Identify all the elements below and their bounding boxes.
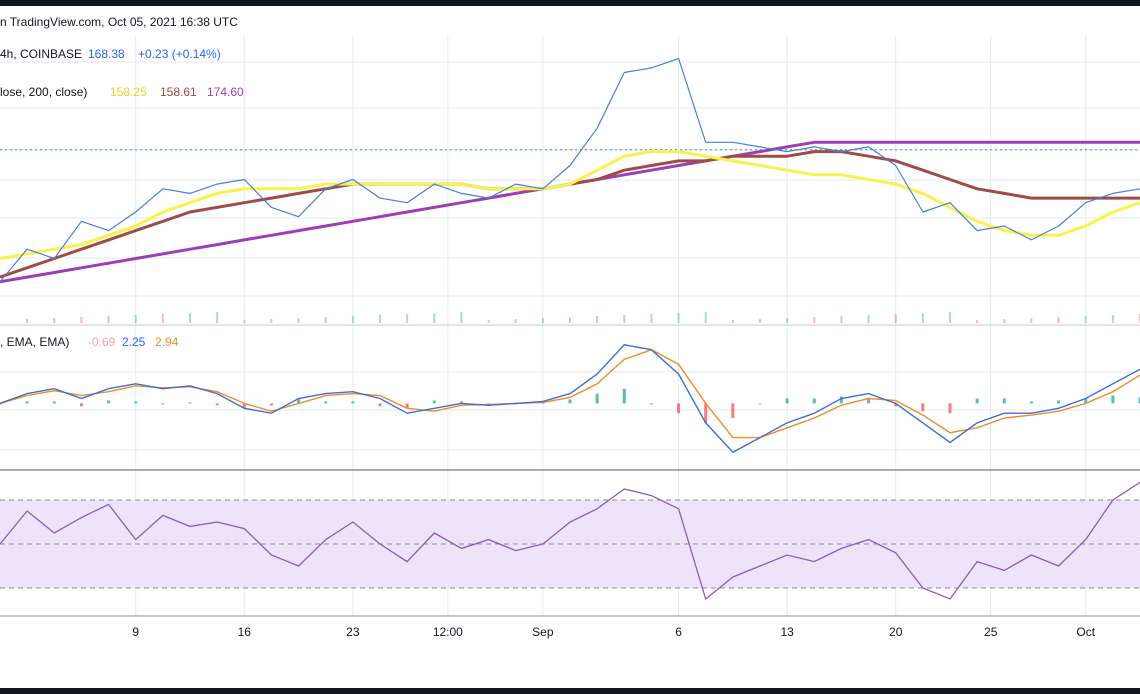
volume-bar-30 [813, 317, 816, 323]
symbol-change: +0.23 (+0.14%) [138, 47, 221, 61]
symbol-price: 168.38 [88, 47, 125, 61]
volume-bar-32 [867, 315, 870, 323]
macd-hist-bar-39 [1057, 400, 1061, 404]
x-tick-label-7: 20 [889, 625, 903, 639]
macd-hist-bar-29 [785, 398, 789, 404]
x-tick-label-3: 12:00 [433, 625, 463, 639]
volume-bar-14 [379, 315, 381, 323]
macd-hist-bar-21 [568, 399, 572, 404]
macd-hist-bar-14 [378, 403, 382, 407]
volume-bar-16 [433, 313, 436, 323]
macd-hist-bar-12 [324, 401, 328, 404]
volume-bar-35 [949, 312, 951, 323]
macd-hist-bar-34 [921, 403, 925, 412]
ma-legend-value-2: 158.61 [160, 85, 197, 99]
volume-bar-19 [514, 319, 517, 323]
macd-hist-bar-35 [948, 403, 952, 414]
macd-hist-bar-30 [812, 398, 816, 404]
macd-hist-bar-22 [595, 393, 599, 404]
x-tick-label-6: 13 [780, 625, 794, 639]
macd-legend-text: , EMA, EMA) [0, 335, 69, 349]
macd-hist-bar-25 [677, 403, 681, 414]
volume-bar-37 [1003, 319, 1006, 323]
volume-bar-9 [243, 320, 246, 323]
volume-bar-26 [704, 312, 707, 323]
x-tick-label-0: 9 [132, 625, 139, 639]
macd-hist-bar-38 [1029, 401, 1033, 404]
macd-hist-bar-3 [79, 403, 83, 407]
volume-bar-11 [297, 318, 300, 323]
volume-bar-20 [541, 318, 544, 323]
x-tick-label-8: 25 [984, 625, 998, 639]
volume-bar-15 [406, 314, 409, 323]
volume-bar-18 [487, 320, 490, 323]
macd-hist-bar-23 [622, 388, 626, 404]
volume-bar-13 [351, 316, 354, 323]
volume-bar-8 [216, 312, 219, 323]
volume-bar-17 [460, 312, 463, 323]
volume-bar-23 [623, 315, 626, 323]
volume-bar-41 [1111, 315, 1114, 323]
volume-bar-2 [53, 318, 56, 323]
ma-legend-value-3: 174.60 [207, 85, 244, 99]
macd-hist-bar-28 [758, 403, 762, 405]
volume-bar-33 [894, 314, 897, 323]
header-caption: n TradingView.com, Oct 05, 2021 16:38 UT… [0, 15, 238, 29]
volume-bar-6 [161, 314, 164, 323]
volume-bar-22 [596, 316, 599, 323]
volume-bar-28 [759, 319, 761, 323]
macd-legend-macd: 2.25 [122, 335, 146, 349]
macd-hist-bar-8 [215, 403, 219, 406]
macd-hist-bar-13 [351, 401, 355, 404]
macd-hist-bar-36 [975, 398, 979, 404]
macd-legend-hist: -0.69 [88, 335, 116, 349]
macd-hist-bar-6 [161, 403, 165, 405]
x-tick-label-9: Oct [1076, 625, 1095, 639]
volume-bar-24 [650, 314, 653, 323]
macd-hist-bar-31 [839, 396, 843, 404]
volume-bar-40 [1084, 316, 1087, 323]
macd-hist-bar-16 [432, 400, 436, 404]
ma-legend-value-1: 158.25 [110, 85, 147, 99]
macd-hist-bar-37 [1002, 398, 1006, 404]
volume-bar-36 [976, 320, 979, 323]
x-tick-label-2: 23 [346, 625, 360, 639]
volume-bar-4 [107, 316, 110, 323]
macd-hist-bar-41 [1111, 395, 1115, 404]
volume-bar-27 [731, 320, 734, 323]
macd-hist-bar-5 [134, 401, 138, 404]
volume-bar-3 [80, 317, 83, 323]
macd-hist-bar-1 [25, 401, 29, 404]
volume-bar-7 [189, 313, 191, 323]
volume-bar-29 [786, 318, 789, 323]
macd-legend-signal: 2.94 [155, 335, 179, 349]
macd-hist-bar-2 [52, 401, 56, 404]
x-tick-label-1: 16 [238, 625, 252, 639]
volume-bar-38 [1030, 318, 1033, 323]
macd-hist-bar-24 [649, 403, 653, 405]
macd-hist-bar-27 [731, 403, 735, 419]
volume-bar-21 [569, 317, 571, 323]
chart-frame: 9 16 23 12:00 Sep 6 13 20 25 Oct n TradingView.co… [0, 0, 1140, 694]
volume-bar-10 [270, 319, 273, 323]
macd-hist-bar-4 [107, 400, 111, 404]
volume-bar-39 [1057, 317, 1060, 323]
volume-bar-25 [677, 313, 680, 323]
volume-bar-1 [26, 319, 29, 323]
symbol-label: 4h, COINBASE [0, 47, 82, 61]
volume-bar-12 [324, 317, 327, 323]
chart-canvas[interactable]: 9 16 23 12:00 Sep 6 13 20 25 Oct n TradingView.co… [0, 0, 1140, 694]
volume-bar-31 [840, 316, 843, 323]
x-tick-label-5: 6 [675, 625, 682, 639]
macd-hist-bar-7 [188, 402, 192, 404]
rsi-band [0, 499, 1140, 589]
ma-legend-text: lose, 200, close) [0, 85, 87, 99]
macd-hist-bar-10 [269, 403, 273, 406]
volume-bar-34 [921, 313, 924, 323]
volume-bar-5 [134, 315, 137, 323]
x-tick-label-4: Sep [532, 625, 554, 639]
